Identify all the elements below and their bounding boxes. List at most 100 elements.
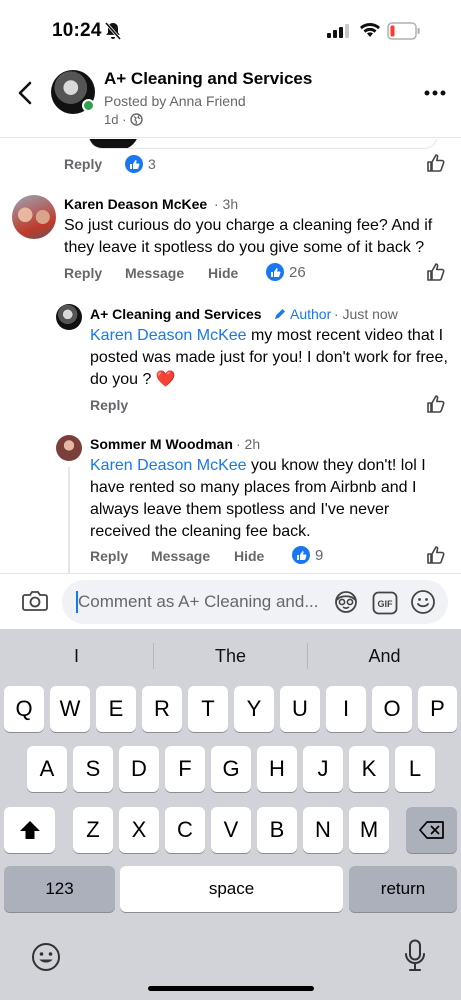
silent-bell-icon [104, 22, 122, 40]
shift-icon [19, 821, 40, 839]
key-g[interactable]: G [211, 746, 251, 792]
cellular-signal-icon [327, 24, 349, 38]
back-chevron-icon[interactable] [14, 79, 38, 107]
key-e[interactable]: E [96, 686, 136, 732]
reply-author-name[interactable]: A+ Cleaning and Services [90, 306, 262, 322]
key-h[interactable]: H [257, 746, 297, 792]
mention-link[interactable]: Karen Deason McKee [90, 457, 247, 474]
reaction-count-text: 3 [148, 156, 156, 172]
reply-time: · 2h [236, 436, 261, 452]
suggestion-2[interactable]: The [154, 629, 307, 683]
thread-line [68, 467, 70, 573]
sommer-avatar[interactable] [56, 435, 82, 461]
key-w[interactable]: W [50, 686, 90, 732]
like-thumb-icon[interactable] [426, 262, 446, 282]
post-time-text: 1d · [104, 112, 127, 127]
key-c[interactable]: C [165, 807, 205, 853]
key-o[interactable]: O [372, 686, 412, 732]
avatar-sticker-icon[interactable] [333, 590, 359, 614]
page-title[interactable]: A+ Cleaning and Services [104, 69, 312, 89]
reaction-count-text: 9 [315, 546, 324, 564]
more-options-icon[interactable] [424, 90, 446, 96]
hide-button[interactable]: Hide [234, 548, 264, 564]
suggestion-1[interactable]: I [0, 629, 153, 683]
like-badge-icon [125, 155, 143, 173]
key-m[interactable]: M [349, 807, 389, 853]
emoji-keyboard-icon[interactable] [31, 942, 61, 972]
hide-button[interactable]: Hide [208, 265, 238, 281]
like-thumb-icon[interactable] [426, 394, 446, 414]
like-thumb-icon[interactable] [426, 545, 446, 565]
space-key[interactable]: space [120, 866, 343, 912]
key-r[interactable]: R [142, 686, 182, 732]
camera-icon[interactable] [22, 590, 48, 612]
ios-keyboard: I The And Q W E R T Y U I O P A S D F G … [0, 629, 461, 1000]
key-a[interactable]: A [27, 746, 67, 792]
like-badge-icon [292, 546, 310, 564]
reply-text: Karen Deason McKee my most recent video … [90, 325, 450, 391]
return-key[interactable]: return [349, 866, 457, 912]
key-v[interactable]: V [211, 807, 251, 853]
delete-key[interactable] [406, 807, 457, 853]
comment-input-placeholder: Comment as A+ Cleaning and... [78, 592, 319, 611]
battery-icon [387, 22, 420, 40]
key-b[interactable]: B [257, 807, 297, 853]
reaction-count-text: 26 [289, 263, 306, 281]
shift-key[interactable] [4, 807, 55, 853]
home-indicator[interactable] [148, 986, 314, 991]
key-p[interactable]: P [418, 686, 457, 732]
key-s[interactable]: S [73, 746, 113, 792]
message-button[interactable]: Message [125, 265, 184, 281]
post-time: 1d · [104, 112, 144, 127]
comment-author-name[interactable]: Karen Deason McKee [64, 196, 207, 212]
aplus-avatar[interactable] [56, 304, 82, 330]
reply-button[interactable]: Reply [90, 397, 128, 413]
reaction-count[interactable]: 3 [125, 155, 156, 173]
reply-button[interactable]: Reply [90, 548, 128, 564]
comments-feed[interactable]: Reply 3 Karen Deason McKee · 3h So just … [0, 139, 461, 573]
reply-button[interactable]: Reply [64, 156, 102, 172]
mention-link[interactable]: Karen Deason McKee [90, 327, 247, 344]
comment-time: · 3h [214, 196, 239, 212]
suggestion-3[interactable]: And [308, 629, 461, 683]
online-status-dot [82, 99, 95, 112]
reply-text: Karen Deason McKee you know they don't! … [90, 455, 450, 543]
key-f[interactable]: F [165, 746, 205, 792]
key-u[interactable]: U [280, 686, 320, 732]
gif-icon[interactable]: GIF [372, 591, 398, 615]
reaction-count[interactable]: 26 [266, 263, 306, 281]
post-author-line: Posted by Anna Friend [104, 93, 246, 109]
key-t[interactable]: T [188, 686, 228, 732]
emoji-icon[interactable] [410, 589, 436, 615]
key-d[interactable]: D [119, 746, 159, 792]
post-header: A+ Cleaning and Services Posted by Anna … [0, 62, 461, 138]
comment-text: So just curious do you charge a cleaning… [64, 217, 433, 256]
key-z[interactable]: Z [73, 807, 113, 853]
key-q[interactable]: Q [4, 686, 44, 732]
message-button[interactable]: Message [151, 548, 210, 564]
backspace-icon [418, 821, 444, 839]
microphone-icon[interactable] [404, 939, 426, 973]
key-l[interactable]: L [395, 746, 435, 792]
like-badge-icon [266, 263, 284, 281]
comment-input[interactable]: Comment as A+ Cleaning and... GIF [62, 580, 448, 624]
svg-text:GIF: GIF [378, 599, 394, 609]
key-j[interactable]: J [303, 746, 343, 792]
reply-author-name[interactable]: Sommer M Woodman [90, 436, 233, 452]
key-k[interactable]: K [349, 746, 389, 792]
key-n[interactable]: N [303, 807, 343, 853]
reaction-count[interactable]: 9 [292, 546, 323, 564]
karen-avatar[interactable] [12, 195, 56, 239]
numbers-key[interactable]: 123 [4, 866, 115, 912]
author-badge-text: Author [290, 306, 332, 322]
reply-button[interactable]: Reply [64, 265, 102, 281]
like-thumb-icon[interactable] [426, 153, 446, 173]
comment-composer: Comment as A+ Cleaning and... GIF [0, 573, 461, 629]
pencil-icon [275, 309, 285, 319]
key-i[interactable]: I [326, 686, 366, 732]
comment-image-preview[interactable] [88, 139, 438, 149]
key-y[interactable]: Y [234, 686, 274, 732]
key-x[interactable]: X [119, 807, 159, 853]
status-bar: 10:24 [0, 0, 461, 62]
wifi-icon [360, 23, 380, 37]
